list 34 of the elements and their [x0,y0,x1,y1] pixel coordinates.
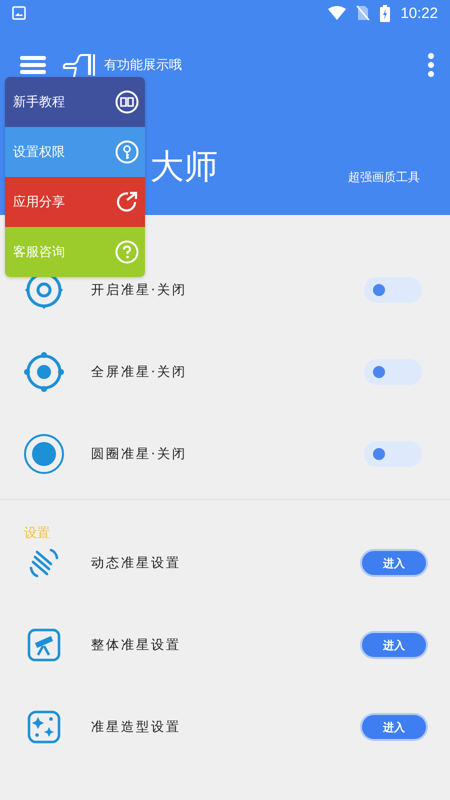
enter-button[interactable]: 进入 [362,715,426,739]
circle-dot-icon [23,433,65,475]
setting-label: 准星造型设置 [91,719,181,736]
menu-icon [20,54,46,76]
key-icon [115,140,139,164]
help-icon [115,240,139,264]
menu-button[interactable] [20,54,46,76]
wifi-icon [328,6,346,20]
toggle-switch[interactable] [364,441,422,467]
toggle-label: 圆圈准星·关闭 [91,446,188,463]
enter-button[interactable]: 进入 [362,633,426,657]
target-dot-icon [23,351,65,393]
battery-icon [380,4,390,22]
toggle-label: 开启准星·关闭 [91,282,188,299]
setting-label: 整体准星设置 [91,637,181,654]
app-subtitle: 超强画质工具 [348,168,420,186]
image-icon [12,6,26,20]
toggle-label: 全屏准星·关闭 [91,364,188,381]
clock: 10:22 [400,4,438,22]
hint-text: 有功能展示哦 [104,57,182,74]
menu-item[interactable]: 应用分享 [5,177,145,227]
toggle-switch[interactable] [364,359,422,385]
more-icon [428,53,434,77]
menu-item[interactable]: 新手教程 [5,77,145,127]
more-button[interactable] [428,53,434,77]
share-icon [115,190,139,214]
setting-label: 动态准星设置 [91,555,181,572]
section-heading: 设置 [23,525,51,542]
enter-button[interactable]: 进入 [362,551,426,575]
menu-item[interactable]: 设置权限 [5,127,145,177]
toggle-switch[interactable] [364,277,422,303]
app-title: 大师 [150,146,218,189]
no-sim-icon [356,5,370,21]
book-icon [115,90,139,114]
